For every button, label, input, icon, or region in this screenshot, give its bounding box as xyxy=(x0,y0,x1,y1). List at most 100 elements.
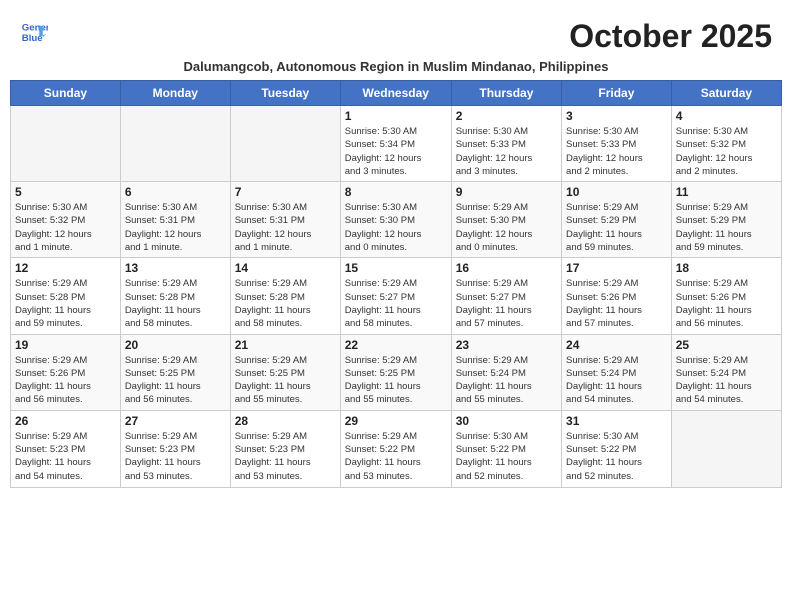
calendar-cell: 21Sunrise: 5:29 AM Sunset: 5:25 PM Dayli… xyxy=(230,334,340,410)
day-number: 5 xyxy=(15,185,116,199)
day-header-sunday: Sunday xyxy=(11,81,121,106)
calendar-table: SundayMondayTuesdayWednesdayThursdayFrid… xyxy=(10,80,782,488)
day-number: 14 xyxy=(235,261,336,275)
day-number: 30 xyxy=(456,414,557,428)
calendar-cell: 11 Sunrise: 5:29 AM Sunset: 5:29 PM Dayli… xyxy=(671,182,781,258)
calendar-cell: 25 Sunrise: 5:29 AM Sunset: 5:24 PM Dayli… xyxy=(671,334,781,410)
day-info: Sunrise: 5:29 AM Sunset: 5:29 PM Dayligh… xyxy=(676,201,777,254)
day-info: Sunrise: 5:29 AM Sunset: 5:28 PM Dayligh… xyxy=(235,277,336,330)
calendar-cell: 24 Sunrise: 5:29 AM Sunset: 5:24 PM Dayli… xyxy=(562,334,672,410)
calendar-cell: 28 Sunrise: 5:29 AM Sunset: 5:23 PM Dayli… xyxy=(230,410,340,487)
month-title: October 2025 xyxy=(569,18,772,55)
day-info: Sunrise: 5:29 AM Sunset: 5:23 PM Dayligh… xyxy=(15,430,116,483)
day-info: Sunrise: 5:29 AM Sunset: 5:25 PM Dayligh… xyxy=(125,354,226,407)
day-info: Sunrise: 5:29 AM Sunset: 5:28 PM Dayligh… xyxy=(125,277,226,330)
day-header-tuesday: Tuesday xyxy=(230,81,340,106)
day-info: Sunrise: 5:29 AM Sunset: 5:26 PM Dayligh… xyxy=(15,354,116,407)
day-number: 16 xyxy=(456,261,557,275)
day-number: 22 xyxy=(345,338,447,352)
day-number: 6 xyxy=(125,185,226,199)
calendar-cell: 27 Sunrise: 5:29 AM Sunset: 5:23 PM Dayli… xyxy=(120,410,230,487)
day-number: 20 xyxy=(125,338,226,352)
day-info: Sunrise: 5:29 AM Sunset: 5:25 PM Dayligh… xyxy=(345,354,447,407)
calendar-cell: 22 Sunrise: 5:29 AM Sunset: 5:25 PM Dayli… xyxy=(340,334,451,410)
calendar-cell: 5 Sunrise: 5:30 AM Sunset: 5:32 PM Daylig… xyxy=(11,182,121,258)
day-header-saturday: Saturday xyxy=(671,81,781,106)
calendar-cell: 13 Sunrise: 5:29 AM Sunset: 5:28 PM Dayli… xyxy=(120,258,230,334)
day-info: Sunrise: 5:30 AM Sunset: 5:30 PM Dayligh… xyxy=(345,201,447,254)
day-info: Sunrise: 5:29 AM Sunset: 5:24 PM Dayligh… xyxy=(456,354,557,407)
calendar-cell: 17 Sunrise: 5:29 AM Sunset: 5:26 PM Dayli… xyxy=(562,258,672,334)
day-number: 18 xyxy=(676,261,777,275)
calendar-cell xyxy=(671,410,781,487)
calendar-cell: 18 Sunrise: 5:29 AM Sunset: 5:26 PM Dayli… xyxy=(671,258,781,334)
day-info: Sunrise: 5:29 AM Sunset: 5:23 PM Dayligh… xyxy=(235,430,336,483)
day-info: Sunrise: 5:29 AM Sunset: 5:24 PM Dayligh… xyxy=(566,354,667,407)
day-header-wednesday: Wednesday xyxy=(340,81,451,106)
day-info: Sunrise: 5:29 AM Sunset: 5:23 PM Dayligh… xyxy=(125,430,226,483)
day-number: 24 xyxy=(566,338,667,352)
day-info: Sunrise: 5:30 AM Sunset: 5:34 PM Dayligh… xyxy=(345,125,447,178)
calendar-cell: 19 Sunrise: 5:29 AM Sunset: 5:26 PM Dayli… xyxy=(11,334,121,410)
calendar-cell: 12 Sunrise: 5:29 AM Sunset: 5:28 PM Dayli… xyxy=(11,258,121,334)
day-number: 10 xyxy=(566,185,667,199)
logo: General Blue xyxy=(20,18,48,46)
day-info: Sunrise: 5:29 AM Sunset: 5:22 PM Dayligh… xyxy=(345,430,447,483)
calendar-cell: 10 Sunrise: 5:29 AM Sunset: 5:29 PM Dayli… xyxy=(562,182,672,258)
calendar-cell: 31 Sunrise: 5:30 AM Sunset: 5:22 PM Dayli… xyxy=(562,410,672,487)
calendar-cell: 23 Sunrise: 5:29 AM Sunset: 5:24 PM Dayli… xyxy=(451,334,561,410)
calendar-cell xyxy=(120,106,230,182)
calendar-cell: 29 Sunrise: 5:29 AM Sunset: 5:22 PM Dayli… xyxy=(340,410,451,487)
day-number: 9 xyxy=(456,185,557,199)
day-info: Sunrise: 5:30 AM Sunset: 5:22 PM Dayligh… xyxy=(566,430,667,483)
day-number: 15 xyxy=(345,261,447,275)
day-info: Sunrise: 5:30 AM Sunset: 5:32 PM Dayligh… xyxy=(676,125,777,178)
calendar-cell: 9 Sunrise: 5:29 AM Sunset: 5:30 PM Daylig… xyxy=(451,182,561,258)
calendar-cell: 7 Sunrise: 5:30 AM Sunset: 5:31 PM Daylig… xyxy=(230,182,340,258)
logo-icon: General Blue xyxy=(20,18,48,46)
day-info: Sunrise: 5:30 AM Sunset: 5:31 PM Dayligh… xyxy=(125,201,226,254)
day-info: Sunrise: 5:30 AM Sunset: 5:32 PM Dayligh… xyxy=(15,201,116,254)
day-info: Sunrise: 5:29 AM Sunset: 5:27 PM Dayligh… xyxy=(456,277,557,330)
calendar-cell: 1 Sunrise: 5:30 AM Sunset: 5:34 PM Daylig… xyxy=(340,106,451,182)
day-number: 12 xyxy=(15,261,116,275)
day-number: 7 xyxy=(235,185,336,199)
calendar-cell: 26 Sunrise: 5:29 AM Sunset: 5:23 PM Dayli… xyxy=(11,410,121,487)
calendar-cell: 20 Sunrise: 5:29 AM Sunset: 5:25 PM Dayli… xyxy=(120,334,230,410)
day-info: Sunrise: 5:29 AM Sunset: 5:24 PM Dayligh… xyxy=(676,354,777,407)
calendar-cell xyxy=(230,106,340,182)
day-number: 28 xyxy=(235,414,336,428)
day-number: 4 xyxy=(676,109,777,123)
day-number: 2 xyxy=(456,109,557,123)
calendar-subtitle: Dalumangcob, Autonomous Region in Muslim… xyxy=(10,59,782,74)
day-info: Sunrise: 5:29 AM Sunset: 5:30 PM Dayligh… xyxy=(456,201,557,254)
day-header-friday: Friday xyxy=(562,81,672,106)
day-info: Sunrise: 5:29 AM Sunset: 5:27 PM Dayligh… xyxy=(345,277,447,330)
day-number: 19 xyxy=(15,338,116,352)
day-header-monday: Monday xyxy=(120,81,230,106)
day-number: 17 xyxy=(566,261,667,275)
day-info: Sunrise: 5:30 AM Sunset: 5:33 PM Dayligh… xyxy=(456,125,557,178)
calendar-cell: 16 Sunrise: 5:29 AM Sunset: 5:27 PM Dayli… xyxy=(451,258,561,334)
calendar-cell: 8 Sunrise: 5:30 AM Sunset: 5:30 PM Daylig… xyxy=(340,182,451,258)
calendar-cell: 6 Sunrise: 5:30 AM Sunset: 5:31 PM Daylig… xyxy=(120,182,230,258)
calendar-cell: 3Sunrise: 5:30 AM Sunset: 5:33 PM Daylig… xyxy=(562,106,672,182)
page-header: General Blue October 2025 xyxy=(10,10,782,55)
day-info: Sunrise: 5:29 AM Sunset: 5:26 PM Dayligh… xyxy=(566,277,667,330)
day-number: 25 xyxy=(676,338,777,352)
day-info: Sunrise: 5:29 AM Sunset: 5:28 PM Dayligh… xyxy=(15,277,116,330)
day-info: Sunrise: 5:30 AM Sunset: 5:31 PM Dayligh… xyxy=(235,201,336,254)
day-number: 8 xyxy=(345,185,447,199)
day-info: Sunrise: 5:29 AM Sunset: 5:29 PM Dayligh… xyxy=(566,201,667,254)
day-info: Sunrise: 5:29 AM Sunset: 5:26 PM Dayligh… xyxy=(676,277,777,330)
day-number: 29 xyxy=(345,414,447,428)
day-number: 27 xyxy=(125,414,226,428)
day-number: 31 xyxy=(566,414,667,428)
day-number: 26 xyxy=(15,414,116,428)
day-number: 1 xyxy=(345,109,447,123)
svg-text:General: General xyxy=(22,22,48,33)
day-number: 11 xyxy=(676,185,777,199)
calendar-cell: 4 Sunrise: 5:30 AM Sunset: 5:32 PM Daylig… xyxy=(671,106,781,182)
day-number: 23 xyxy=(456,338,557,352)
day-number: 13 xyxy=(125,261,226,275)
